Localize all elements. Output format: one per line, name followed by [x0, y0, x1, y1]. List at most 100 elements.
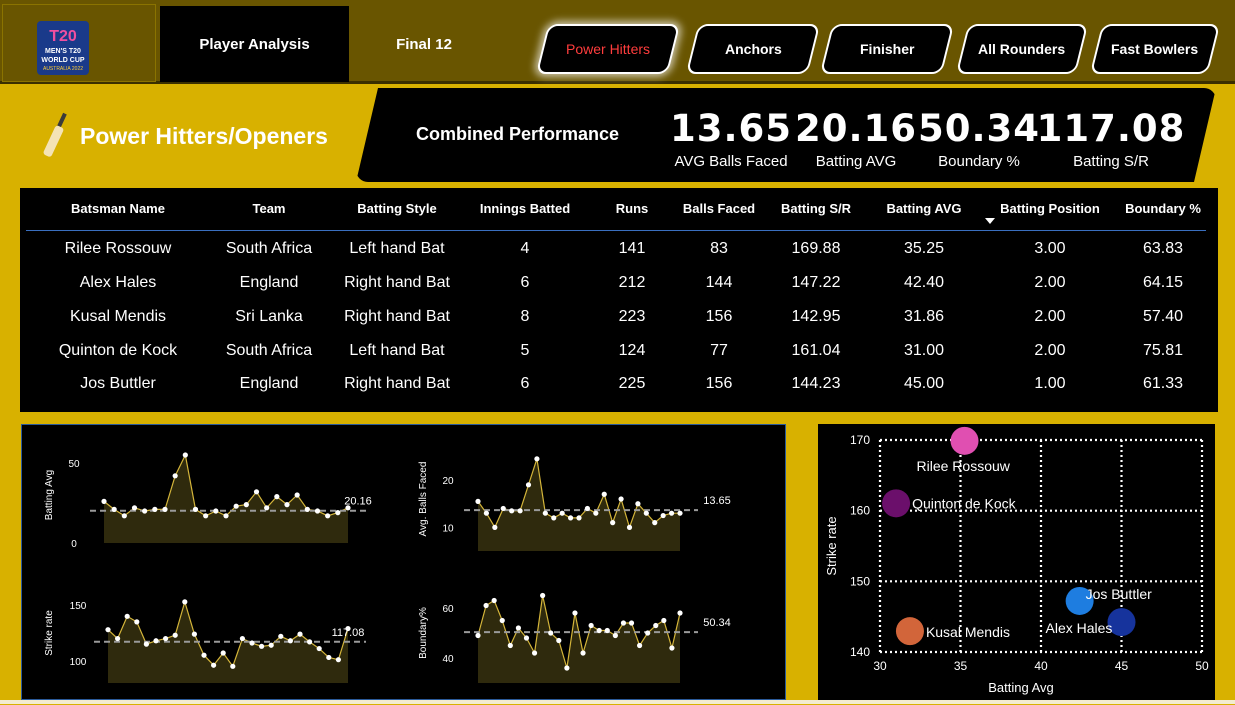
cell-batting-sr: 144.23 [791, 375, 841, 392]
combined-performance-label: Combined Performance [416, 124, 620, 144]
trend-point [230, 663, 236, 669]
x-tick-label: 45 [1115, 659, 1129, 673]
x-tick-label: 50 [1195, 659, 1209, 673]
cell-innings-batted: 6 [520, 274, 530, 291]
scatter-point[interactable]: Kusal Mendis [895, 617, 1010, 646]
trend-point [239, 635, 245, 642]
trend-point [253, 489, 260, 495]
trend-chart: 13.65 10 20 Avg. Balls Faced [418, 456, 731, 551]
scatter-point-marker[interactable] [950, 426, 979, 455]
trend-point [584, 505, 591, 512]
scatter-point[interactable]: Quinton de Kock [882, 489, 1017, 518]
table-row[interactable]: Quinton de Kock South Africa Left hand B… [20, 334, 1218, 368]
cell-innings-batted: 6 [520, 375, 530, 392]
trend-point [325, 513, 331, 519]
trend-point [653, 622, 659, 629]
trend-point [307, 639, 313, 645]
svg-text:MEN'S T20: MEN'S T20 [45, 48, 81, 55]
cell-batting-avg: 42.40 [903, 274, 945, 291]
batting-avg-vs-strike-rate-chart: 30 35 40 45 50 140 150 160 170 Batting Avg Strike … [824, 426, 1209, 695]
cell-batting-style: Left hand Bat [349, 342, 445, 359]
trend-point [507, 642, 513, 649]
table-row[interactable]: Jos Buttler England Right hand Bat 6 225… [20, 367, 1218, 401]
trend-point [635, 501, 641, 507]
column-header-batting-avg[interactable]: Batting AVG [876, 201, 972, 216]
trend-point [559, 510, 565, 516]
trend-chart: 20.16050Batting Avg [44, 452, 372, 550]
trend-point [652, 520, 658, 526]
cell-runs: 212 [618, 274, 646, 291]
finisher-button[interactable]: Finisher [819, 24, 955, 74]
column-header-boundary-pct[interactable]: Boundary % [1118, 201, 1208, 216]
y-tick-label: 60 [442, 604, 454, 615]
cell-batting-style: Right hand Bat [344, 375, 450, 392]
column-header-batting-position[interactable]: Batting Position [992, 201, 1108, 216]
trend-point [201, 652, 207, 658]
scatter-point[interactable]: Alex Hales [1046, 608, 1136, 637]
tab-player-analysis[interactable]: Player Analysis [160, 6, 349, 82]
trend-point [243, 502, 249, 508]
table-row[interactable]: Alex Hales England Right hand Bat 6 212 … [20, 266, 1218, 300]
trend-point [249, 640, 255, 646]
page-title: Power Hitters/Openers [80, 122, 328, 149]
anchors-button[interactable]: Anchors [685, 24, 821, 74]
table-row[interactable]: Kusal Mendis Sri Lanka Right hand Bat 8 … [20, 300, 1218, 334]
cell-innings-batted: 4 [520, 240, 530, 257]
scatter-point-marker[interactable] [882, 489, 911, 518]
trend-point [172, 632, 178, 638]
power-hitters-label: Power Hitters [565, 41, 651, 57]
cell-balls-faced: 156 [705, 375, 733, 392]
trend-point [475, 498, 481, 504]
power-hitters-button[interactable]: Power Hitters [535, 24, 681, 74]
trend-point [576, 515, 582, 521]
sort-descending-icon[interactable] [985, 218, 995, 224]
column-header-batting-sr[interactable]: Batting S/R [771, 201, 861, 216]
trend-point [259, 643, 265, 649]
y-axis-label: Boundary% [418, 607, 429, 659]
trend-point [124, 613, 130, 619]
column-header-runs[interactable]: Runs [602, 201, 662, 216]
trend-point [162, 506, 168, 512]
cricket-bat-icon [43, 112, 67, 157]
column-header-batting-style[interactable]: Batting Style [342, 201, 452, 216]
all-rounders-button[interactable]: All Rounders [955, 24, 1089, 74]
cell-batting-sr: 142.95 [791, 308, 841, 325]
cell-runs: 223 [618, 308, 646, 325]
column-header-balls-faced[interactable]: Balls Faced [674, 201, 764, 216]
scatter-point-marker[interactable] [895, 617, 924, 646]
cell-batting-style: Right hand Bat [344, 274, 450, 291]
trend-point [534, 456, 540, 462]
trend-point [213, 508, 219, 514]
y-tick-label: 40 [442, 654, 454, 665]
cell-boundary-pct: 64.15 [1142, 274, 1184, 291]
trend-chart: 117.08100150Strike rate [44, 599, 366, 683]
table-header: Batsman Name Team Batting Style Innings … [20, 188, 1218, 230]
scatter-point[interactable]: Rilee Rossouw [917, 426, 1011, 474]
cell-team: England [239, 375, 299, 392]
scatter-point[interactable]: Jos Buttler [1065, 586, 1152, 615]
cell-batting-avg: 31.00 [903, 342, 945, 359]
tab-final-12[interactable]: Final 12 [349, 6, 499, 82]
x-tick-label: 40 [1034, 659, 1048, 673]
trend-point [192, 506, 199, 512]
cell-balls-faced: 156 [705, 308, 733, 325]
trend-point [601, 491, 607, 497]
average-reference-label: 50.34 [703, 617, 731, 629]
fast-bowlers-button[interactable]: Fast Bowlers [1089, 24, 1221, 74]
cell-batting-style: Right hand Bat [344, 308, 450, 325]
finisher-label: Finisher [859, 41, 915, 57]
table-row[interactable]: Rilee Rossouw South Africa Left hand Bat… [20, 232, 1218, 266]
column-header-innings-batted[interactable]: Innings Batted [470, 201, 580, 216]
trend-point [515, 625, 521, 631]
cell-team: England [239, 274, 299, 291]
cell-runs: 225 [618, 375, 646, 392]
trend-area [104, 455, 348, 543]
trend-point [556, 637, 562, 644]
cell-batting-position: 2.00 [1034, 308, 1066, 325]
column-header-team[interactable]: Team [219, 201, 319, 216]
trend-charts-svg: 20.16050Batting Avg 13.651020Avg. Balls F… [44, 452, 731, 683]
trend-point [172, 473, 178, 479]
column-header-batsman-name[interactable]: Batsman Name [68, 201, 168, 216]
y-tick-label: 150 [850, 574, 870, 588]
trend-point [588, 622, 594, 629]
